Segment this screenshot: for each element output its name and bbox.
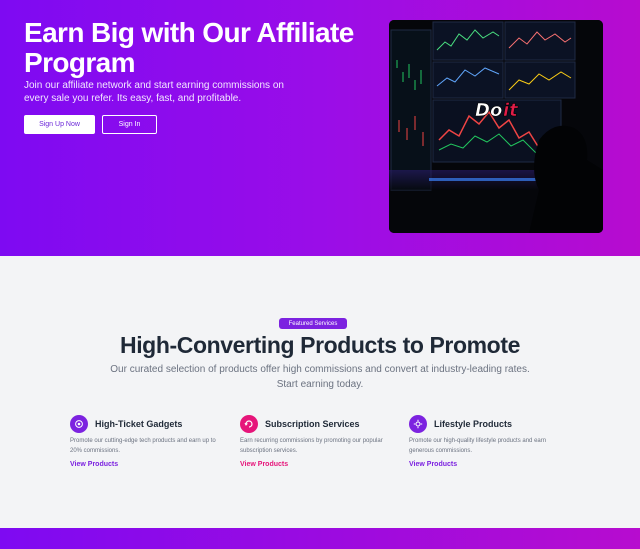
- card-subscription-services: Subscription Services Earn recurring com…: [240, 415, 400, 468]
- card-description: Promote our cutting-edge tech products a…: [70, 438, 216, 454]
- sign-up-button[interactable]: Sign Up Now: [24, 115, 95, 134]
- footer-gradient-bar: [0, 528, 640, 549]
- hero-subtitle: Join our affiliate network and start ear…: [24, 80, 284, 104]
- view-products-link[interactable]: View Products: [240, 461, 400, 468]
- view-products-link[interactable]: View Products: [70, 461, 230, 468]
- featured-badge: Featured Services: [279, 318, 347, 329]
- do-text: Do: [475, 100, 502, 121]
- section-title: High-Converting Products to Promote: [119, 332, 520, 358]
- card-lifestyle-products: Lifestyle Products Promote our high-qual…: [409, 415, 569, 468]
- hero-trading-image: Do it: [389, 20, 603, 233]
- card-title: High-Ticket Gadgets: [95, 419, 183, 429]
- sign-in-button[interactable]: Sign In: [102, 115, 157, 134]
- hero-section: Earn Big with Our Affiliate Program Join…: [0, 0, 640, 256]
- featured-section: [0, 256, 640, 528]
- lifestyle-icon: [409, 415, 427, 433]
- card-high-ticket-gadgets: High-Ticket Gadgets Promote our cutting-…: [70, 415, 230, 468]
- gadget-icon: [70, 415, 88, 433]
- card-description: Earn recurring commissions by promoting …: [240, 438, 383, 454]
- card-title: Lifestyle Products: [434, 419, 513, 429]
- card-description: Promote our high-quality lifestyle produ…: [409, 438, 547, 454]
- hero-title: Earn Big with Our Affiliate Program: [24, 17, 354, 78]
- section-subtitle: Our curated selection of products offer …: [110, 364, 530, 390]
- view-products-link[interactable]: View Products: [409, 461, 569, 468]
- it-text: it: [503, 100, 519, 121]
- card-title: Subscription Services: [265, 419, 360, 429]
- subscription-icon: [240, 415, 258, 433]
